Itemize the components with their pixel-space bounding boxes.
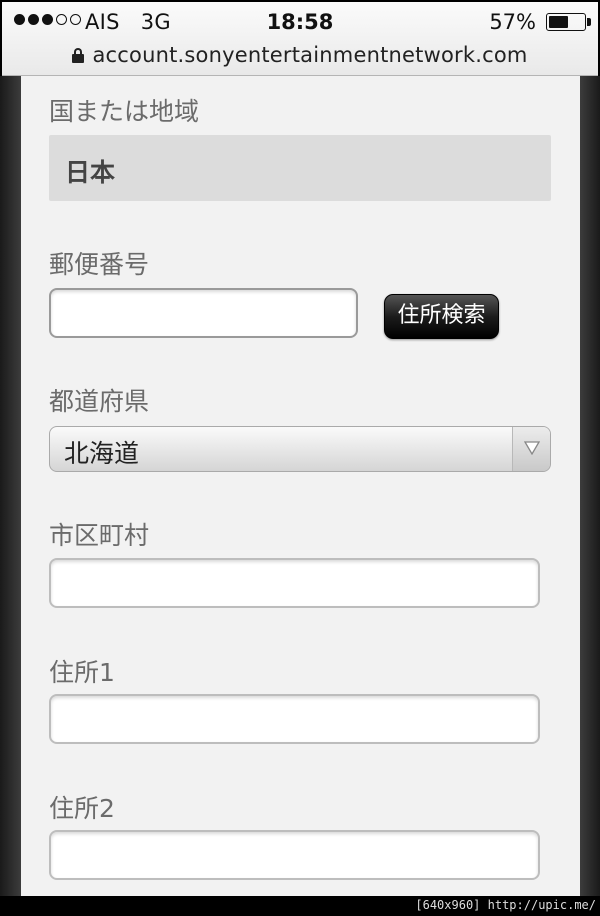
city-input[interactable]: [49, 558, 540, 608]
country-value: 日本: [65, 158, 116, 187]
postal-code-input[interactable]: [49, 288, 358, 338]
address1-label: 住所1: [49, 658, 115, 687]
address1-input[interactable]: [49, 694, 540, 744]
battery-tip: [587, 18, 591, 26]
postal-code-label: 郵便番号: [49, 250, 150, 279]
battery-level: [549, 16, 569, 28]
address2-input[interactable]: [49, 830, 540, 880]
page-margin-right: [580, 76, 600, 896]
watermark-text: [640x960] http://upic.me/: [415, 898, 596, 912]
prefecture-select[interactable]: 北海道: [49, 426, 551, 472]
country-label: 国または地域: [49, 97, 200, 126]
image-footer: [640x960] http://upic.me/: [0, 896, 600, 916]
battery-percent: 57%: [489, 10, 536, 34]
lock-icon: [72, 47, 85, 63]
address-form: 国または地域 日本 郵便番号 住所検索 都道府県 北海道 市区町村 住所1 住所…: [21, 76, 580, 896]
chevron-down-icon[interactable]: [512, 427, 550, 471]
url-text[interactable]: account.sonyentertainmentnetwork.com: [92, 43, 527, 67]
status-bar: AIS 3G 18:58 57%: [2, 2, 598, 40]
prefecture-value: 北海道: [64, 439, 140, 468]
country-field: 日本: [49, 135, 551, 201]
prefecture-label: 都道府県: [49, 387, 150, 416]
browser-top-bar: AIS 3G 18:58 57% account.sonyentertainme…: [2, 2, 598, 76]
city-label: 市区町村: [49, 521, 150, 550]
page-margin-left: [0, 76, 21, 896]
battery-icon: [546, 13, 586, 31]
address-search-button[interactable]: 住所検索: [384, 294, 499, 339]
address2-label: 住所2: [49, 794, 115, 823]
phone-screen: AIS 3G 18:58 57% account.sonyentertainme…: [0, 0, 600, 916]
address-bar[interactable]: account.sonyentertainmentnetwork.com: [2, 40, 598, 70]
